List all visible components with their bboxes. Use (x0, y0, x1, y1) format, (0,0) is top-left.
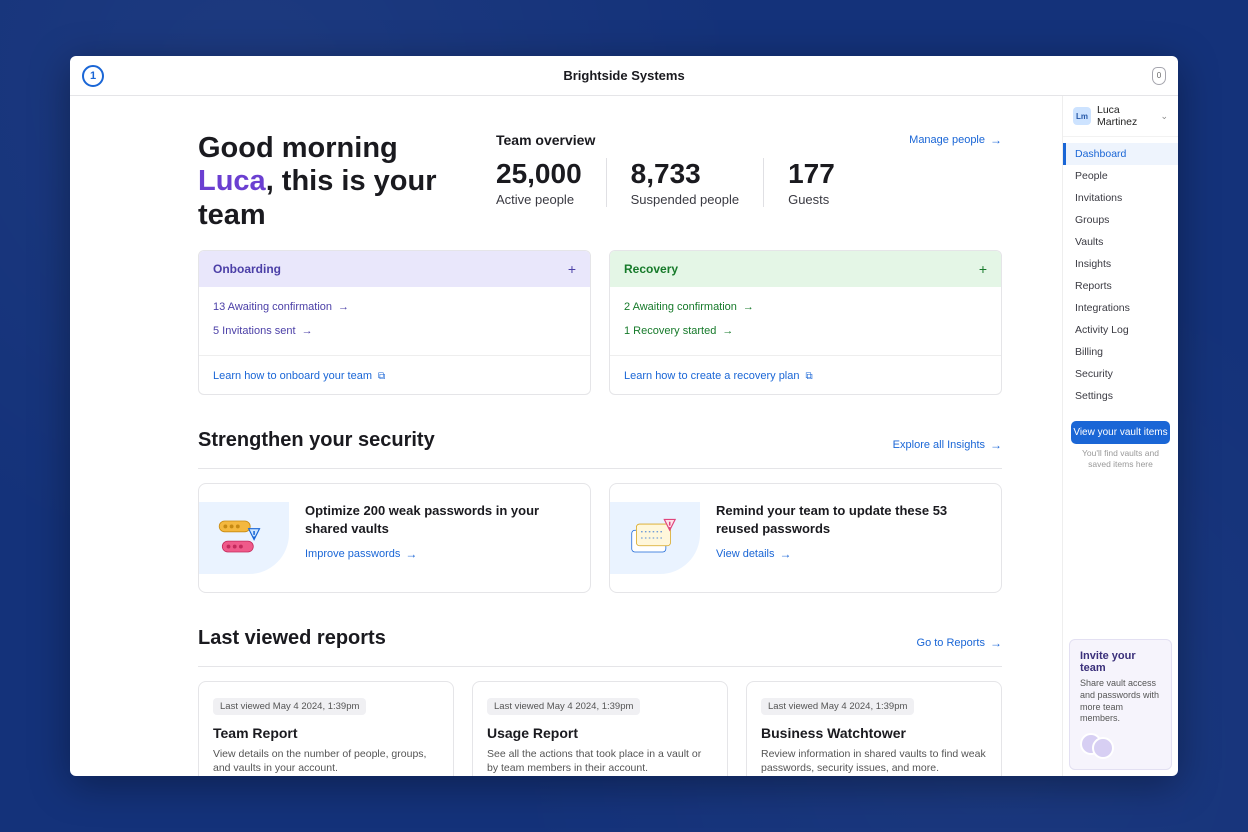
stat-suspended-people: 8,733 Suspended people (606, 158, 763, 207)
arrow-right-icon: → (405, 547, 417, 561)
view-details-link[interactable]: View details → (716, 547, 792, 561)
report-title: Business Watchtower (761, 725, 987, 741)
arrow-right-icon: → (338, 301, 349, 313)
sidebar-item-settings[interactable]: Settings (1063, 385, 1178, 407)
greeting-heading: Good morning Luca, this is your team (198, 132, 448, 232)
arrow-right-icon: → (990, 438, 1002, 452)
top-bar: 1 Brightside Systems 0 (70, 56, 1178, 96)
manage-people-link[interactable]: Manage people → (909, 133, 1002, 147)
sidebar-item-people[interactable]: People (1063, 165, 1178, 187)
report-desc: Review information in shared vaults to f… (761, 747, 987, 775)
goto-reports-link[interactable]: Go to Reports → (917, 636, 1002, 650)
sidebar-item-vaults[interactable]: Vaults (1063, 231, 1178, 253)
report-desc: See all the actions that took place in a… (487, 747, 713, 775)
brand-logo-icon: 1 (82, 65, 104, 87)
user-name: Luca Martinez (1097, 104, 1154, 128)
report-card-usage: Last viewed May 4 2024, 1:39pm Usage Rep… (472, 681, 728, 776)
onboarding-add-button[interactable]: + (568, 261, 576, 277)
arrow-right-icon: → (990, 636, 1002, 650)
sidebar-item-reports[interactable]: Reports (1063, 275, 1178, 297)
promo-title: Invite your team (1080, 650, 1161, 674)
onboarding-awaiting-link[interactable]: 13 Awaiting confirmation → (213, 295, 576, 319)
main-content: Good morning Luca, this is your team Tea… (70, 96, 1062, 776)
onboarding-title: Onboarding (213, 262, 281, 276)
sidebar-item-billing[interactable]: Billing (1063, 341, 1178, 363)
account-title: Brightside Systems (563, 68, 684, 83)
last-viewed-pill: Last viewed May 4 2024, 1:39pm (213, 698, 366, 715)
report-card-team: Last viewed May 4 2024, 1:39pm Team Repo… (198, 681, 454, 776)
invite-team-promo[interactable]: Invite your team Share vault access and … (1069, 639, 1172, 770)
vault-hint-text: You'll find vaults and saved items here (1063, 448, 1178, 478)
user-menu[interactable]: Lm Luca Martinez ⌄ (1063, 96, 1178, 137)
report-desc: View details on the number of people, gr… (213, 747, 439, 775)
arrow-right-icon: → (743, 301, 754, 313)
external-link-icon: ⧉ (378, 371, 385, 382)
sidebar-nav: DashboardPeopleInvitationsGroupsVaultsIn… (1063, 137, 1178, 413)
weak-passwords-illustration (199, 502, 289, 574)
promo-desc: Share vault access and passwords with mo… (1080, 678, 1161, 725)
sidebar-item-activity-log[interactable]: Activity Log (1063, 319, 1178, 341)
onboarding-invitations-link[interactable]: 5 Invitations sent → (213, 319, 576, 343)
stat-guests: 177 Guests (763, 158, 859, 207)
external-link-icon: ⧉ (806, 371, 813, 382)
people-icon (1080, 733, 1114, 763)
sidebar-item-groups[interactable]: Groups (1063, 209, 1178, 231)
insight-title: Remind your team to update these 53 reus… (716, 502, 983, 537)
report-card-watchtower: Last viewed May 4 2024, 1:39pm Business … (746, 681, 1002, 776)
explore-insights-link[interactable]: Explore all Insights → (893, 438, 1002, 452)
avatar: Lm (1073, 107, 1091, 125)
last-viewed-pill: Last viewed May 4 2024, 1:39pm (761, 698, 914, 715)
recovery-title: Recovery (624, 262, 678, 276)
sidebar-item-security[interactable]: Security (1063, 363, 1178, 385)
insight-title: Optimize 200 weak passwords in your shar… (305, 502, 572, 537)
arrow-right-icon: → (722, 325, 733, 337)
onboarding-card: Onboarding + 13 Awaiting confirmation → … (198, 250, 591, 395)
recovery-started-link[interactable]: 1 Recovery started → (624, 319, 987, 343)
overview-title: Team overview (496, 132, 595, 148)
recovery-add-button[interactable]: + (979, 261, 987, 277)
arrow-right-icon: → (990, 133, 1002, 147)
reports-section-title: Last viewed reports (198, 627, 386, 650)
sidebar-item-integrations[interactable]: Integrations (1063, 297, 1178, 319)
onboarding-learn-link[interactable]: Learn how to onboard your team ⧉ (213, 370, 385, 382)
last-viewed-pill: Last viewed May 4 2024, 1:39pm (487, 698, 640, 715)
security-section-title: Strengthen your security (198, 429, 435, 452)
arrow-right-icon: → (302, 325, 313, 337)
app-window: 1 Brightside Systems 0 Good morning Luca… (70, 56, 1178, 776)
team-overview: Team overview Manage people → 25,000 Act… (496, 132, 1002, 207)
reused-passwords-illustration (610, 502, 700, 574)
sidebar-item-dashboard[interactable]: Dashboard (1063, 143, 1178, 165)
insight-reused-passwords: Remind your team to update these 53 reus… (609, 483, 1002, 593)
recovery-learn-link[interactable]: Learn how to create a recovery plan ⧉ (624, 370, 813, 382)
stat-active-people: 25,000 Active people (496, 158, 606, 207)
recovery-awaiting-link[interactable]: 2 Awaiting confirmation → (624, 295, 987, 319)
notifications-bell-icon[interactable]: 0 (1152, 67, 1166, 85)
chevron-down-icon: ⌄ (1160, 111, 1168, 122)
greeting-user-name: Luca (198, 165, 266, 197)
view-vault-items-button[interactable]: View your vault items (1071, 421, 1170, 444)
arrow-right-icon: → (780, 547, 792, 561)
recovery-card: Recovery + 2 Awaiting confirmation → 1 R… (609, 250, 1002, 395)
report-title: Usage Report (487, 725, 713, 741)
insight-weak-passwords: Optimize 200 weak passwords in your shar… (198, 483, 591, 593)
report-title: Team Report (213, 725, 439, 741)
right-sidebar: Lm Luca Martinez ⌄ DashboardPeopleInvita… (1062, 96, 1178, 776)
improve-passwords-link[interactable]: Improve passwords → (305, 547, 417, 561)
sidebar-item-insights[interactable]: Insights (1063, 253, 1178, 275)
notification-count: 0 (1157, 71, 1161, 80)
sidebar-item-invitations[interactable]: Invitations (1063, 187, 1178, 209)
